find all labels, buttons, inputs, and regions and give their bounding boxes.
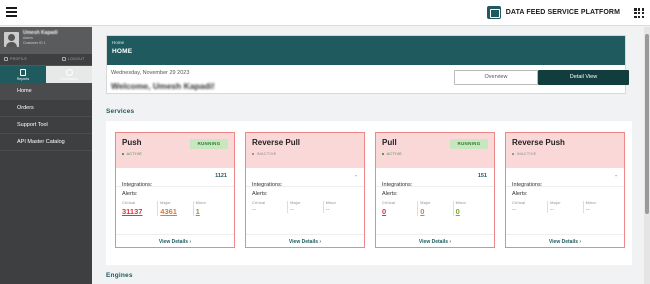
engines-heading: Engines: [106, 272, 133, 279]
service-card-reverse-pull: Reverse Pull INACTIVE Integrations: - Al…: [245, 132, 365, 248]
user-name: Umesh Kapadi: [23, 30, 58, 36]
current-date: Wednesday, November 29 2023: [111, 70, 190, 76]
customer-id: Customer ID 1: [23, 41, 46, 45]
chevron-right-icon: ›: [449, 239, 452, 245]
sidebar: Umesh Kapadi Admin Customer ID 1 PROFILE…: [0, 27, 92, 284]
welcome-message: Welcome, Umesh Kapadi!: [111, 81, 215, 91]
integrations-label: Integrations:: [512, 182, 543, 188]
integrations-label: Integrations:: [122, 182, 153, 188]
running-badge: RUNNING: [190, 139, 228, 149]
sidebar-item-home[interactable]: Home: [0, 83, 92, 100]
profile-links: PROFILE LOGOUT: [0, 54, 92, 66]
top-bar: DATA FEED SERVICE PLATFORM: [0, 0, 650, 26]
view-details-link[interactable]: View Details ›: [506, 239, 624, 245]
tab-reports[interactable]: Reports: [0, 66, 46, 83]
logout-link-label: LOGOUT: [68, 57, 85, 61]
minor-count[interactable]: 0: [456, 207, 488, 216]
major-label: Major: [420, 201, 431, 205]
header-band: Home HOME: [107, 36, 625, 65]
info-icon: [66, 69, 73, 76]
service-name: Reverse Push: [512, 138, 565, 147]
minor-count: --: [585, 207, 590, 213]
view-details-link[interactable]: View Details ›: [246, 239, 364, 245]
sidebar-item-support-tool[interactable]: Support Tool: [0, 117, 92, 134]
brand-logo-icon: [486, 6, 501, 19]
scrollbar-thumb[interactable]: [645, 34, 649, 214]
major-label: Major: [550, 201, 561, 205]
service-status: INACTIVE: [252, 152, 358, 156]
service-card-push: Push ACTIVE RUNNING Integrations: 1121 A…: [115, 132, 235, 248]
sidebar-item-api-master-catalog[interactable]: API Master Catalog: [0, 134, 92, 151]
brand: DATA FEED SERVICE PLATFORM: [486, 6, 620, 19]
critical-label: Critical: [252, 201, 266, 205]
sidebar-item-orders[interactable]: Orders: [0, 100, 92, 117]
alerts-label: Alerts:: [252, 191, 268, 197]
services-panel: Push ACTIVE RUNNING Integrations: 1121 A…: [106, 121, 632, 265]
critical-count: --: [512, 207, 516, 213]
service-status: INACTIVE: [512, 152, 618, 156]
view-details-link[interactable]: View Details ›: [376, 239, 494, 245]
tab-information[interactable]: Information: [46, 66, 92, 83]
critical-label: Critical: [512, 201, 526, 205]
app-grid-icon[interactable]: [634, 8, 644, 18]
services-heading: Services: [106, 108, 135, 115]
alerts-label: Alerts:: [382, 191, 398, 197]
overview-button[interactable]: Overview: [454, 70, 538, 85]
chevron-right-icon: ›: [579, 239, 582, 245]
major-label: Major: [160, 201, 171, 205]
service-name: Reverse Pull: [252, 138, 301, 147]
integrations-label: Integrations:: [252, 182, 283, 188]
user-profile: Umesh Kapadi Admin Customer ID 1: [0, 27, 92, 54]
minor-label: Minor: [195, 201, 207, 205]
running-badge: RUNNING: [450, 139, 488, 149]
minor-label: Minor: [585, 201, 597, 205]
major-count: --: [550, 207, 555, 213]
page-header: Home HOME Wednesday, November 29 2023 We…: [106, 35, 629, 94]
minor-count[interactable]: 1: [196, 207, 228, 216]
sidebar-tabs: Reports Information: [0, 66, 92, 83]
minor-count: --: [325, 207, 330, 213]
critical-count[interactable]: 31137: [122, 207, 157, 216]
hamburger-icon[interactable]: [6, 7, 17, 17]
logout-icon: [62, 57, 66, 61]
major-count[interactable]: 4361: [160, 207, 192, 216]
page-title: HOME: [112, 48, 133, 55]
integrations-count: -: [355, 173, 357, 179]
service-card-pull: Pull ACTIVE RUNNING Integrations: 151 Al…: [375, 132, 495, 248]
alerts-label: Alerts:: [512, 191, 528, 197]
tab-label: Reports: [16, 77, 30, 81]
pencil-icon: [4, 57, 8, 61]
critical-label: Critical: [122, 201, 136, 205]
tab-label: Information: [60, 77, 78, 81]
alerts-label: Alerts:: [122, 191, 138, 197]
profile-link-label: PROFILE: [10, 57, 28, 61]
major-count: --: [290, 207, 295, 213]
main-content: Home HOME Wednesday, November 29 2023 We…: [92, 27, 644, 284]
service-status: ACTIVE: [122, 152, 228, 156]
avatar: [4, 32, 19, 47]
integrations-label: Integrations:: [382, 182, 413, 188]
breadcrumb[interactable]: Home: [112, 40, 620, 45]
minor-label: Minor: [325, 201, 337, 205]
critical-label: Critical: [382, 201, 396, 205]
critical-count: --: [252, 207, 256, 213]
service-card-reverse-push: Reverse Push INACTIVE Integrations: - Al…: [505, 132, 625, 248]
detail-view-button[interactable]: Detail View: [538, 70, 629, 85]
critical-count[interactable]: 0: [382, 207, 417, 216]
service-status: ACTIVE: [382, 152, 488, 156]
chevron-right-icon: ›: [319, 239, 322, 245]
logout-link[interactable]: LOGOUT: [62, 57, 85, 61]
report-icon: [20, 69, 26, 76]
major-count[interactable]: 0: [420, 207, 452, 216]
minor-label: Minor: [455, 201, 467, 205]
integrations-count: 1121: [215, 173, 227, 179]
integrations-count: -: [615, 173, 617, 179]
profile-link[interactable]: PROFILE: [4, 57, 27, 61]
brand-name: DATA FEED SERVICE PLATFORM: [505, 9, 620, 16]
chevron-right-icon: ›: [189, 239, 192, 245]
integrations-count: 151: [477, 173, 487, 179]
page-scrollbar[interactable]: [644, 27, 650, 284]
major-label: Major: [290, 201, 301, 205]
view-details-link[interactable]: View Details ›: [116, 239, 234, 245]
